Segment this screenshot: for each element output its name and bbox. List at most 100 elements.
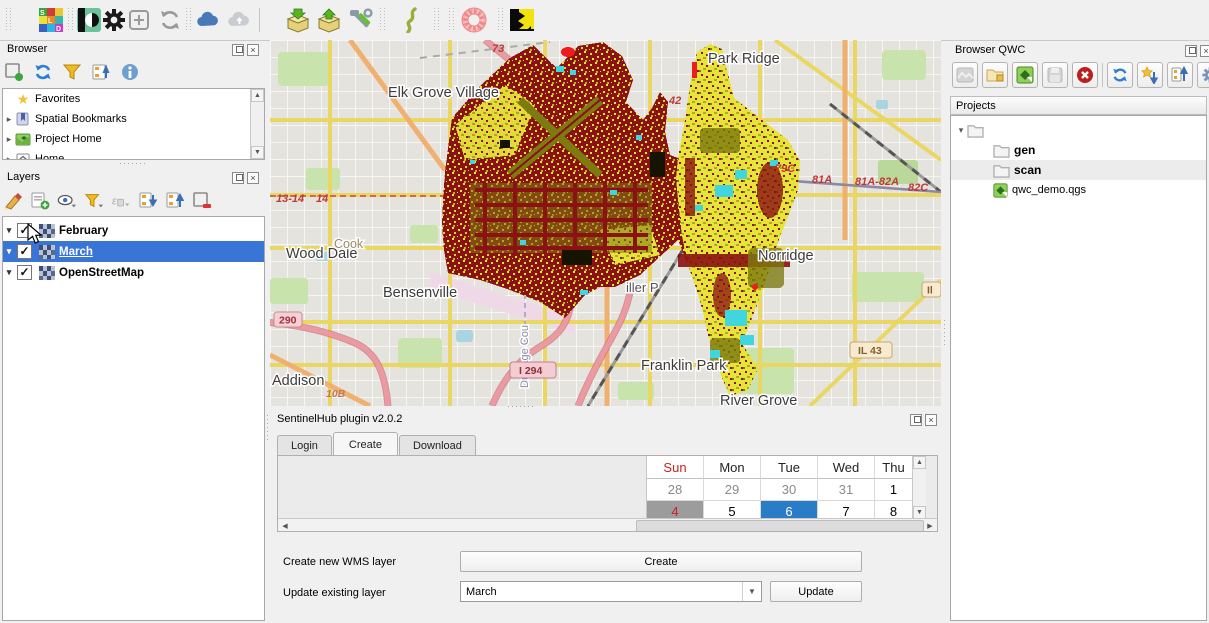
calendar-day[interactable]: 8 (875, 501, 913, 519)
toolbar-handle[interactable] (68, 8, 73, 32)
export-plugin-icon[interactable] (316, 7, 342, 33)
expander-icon[interactable]: ▾ (955, 125, 967, 136)
qwc-delete-button[interactable] (1072, 62, 1098, 88)
settings-gear-icon[interactable] (101, 7, 127, 33)
properties-info-icon[interactable] (120, 62, 140, 82)
browser-tree-scrollbar[interactable]: ▲ ▼ (250, 89, 264, 159)
refresh-icon[interactable] (33, 62, 53, 82)
qwc-settings-button[interactable] (1197, 62, 1209, 88)
create-button[interactable]: Create (460, 551, 862, 572)
toolbar-handle[interactable] (6, 8, 11, 32)
sentinelhub-float-button[interactable] (910, 414, 922, 426)
qwc-collapse-button[interactable] (1167, 62, 1193, 88)
filter-expression-icon[interactable]: ε (111, 191, 131, 211)
tab-login[interactable]: Login (277, 435, 332, 455)
install-plugin-icon[interactable] (285, 7, 311, 33)
browser-item-spatial-bookmarks[interactable]: ▸ Spatial Bookmarks (3, 109, 264, 129)
calendar-day[interactable]: 7 (818, 501, 875, 519)
cloud-icon-button[interactable] (195, 7, 221, 33)
map-canvas[interactable]: Elk Grove Village Park Ridge Wood Dale B… (270, 40, 941, 406)
browser-item-home[interactable]: ▸ Home (3, 149, 264, 160)
toolbar-handle[interactable] (186, 8, 191, 32)
toolbar-handle[interactable] (449, 8, 454, 32)
qwc-item-qwc-demo[interactable]: qwc_demo.qgs (951, 180, 1206, 200)
expander-icon[interactable]: ▸ (3, 114, 15, 125)
expander-icon[interactable]: ▸ (3, 154, 15, 161)
flag-zigzag-icon (509, 7, 535, 33)
calendar-header-mon: Mon (704, 456, 761, 479)
qwc-new-folder-button[interactable] (982, 62, 1008, 88)
expander-icon[interactable]: ▾ (3, 225, 15, 236)
qwc-close-button[interactable]: × (1200, 45, 1209, 57)
calendar-day[interactable]: 28 (647, 479, 704, 501)
calendar-widget[interactable]: Sun Mon Tue Wed Thu 28 29 30 31 1 4 5 6 … (646, 456, 913, 519)
plugin-tools-icon[interactable] (347, 7, 373, 33)
calendar-horizontal-scrollbar[interactable]: ◀ ▶ (278, 518, 937, 531)
scrollbar-thumb[interactable] (636, 520, 924, 532)
qwc-refresh-button[interactable] (1107, 62, 1133, 88)
scroll-right-button[interactable]: ▶ (924, 520, 936, 531)
add-selected-layers-icon[interactable] (4, 62, 24, 82)
qwc-item-scan[interactable]: scan (951, 160, 1206, 180)
collapse-all-icon[interactable] (91, 62, 111, 82)
calendar-day[interactable]: 1 (875, 479, 913, 501)
raster-donut-icon[interactable] (461, 7, 487, 33)
qwc-item-gen[interactable]: gen (951, 140, 1206, 160)
expand-all-icon[interactable] (138, 191, 158, 211)
calendar-day-today[interactable]: 4 (647, 501, 704, 519)
panel-splitter-handle[interactable] (120, 163, 146, 167)
add-group-icon[interactable] (30, 191, 50, 211)
layers-float-button[interactable] (232, 172, 244, 184)
calendar-day[interactable]: 29 (704, 479, 761, 501)
serval-icon[interactable] (399, 7, 425, 33)
qwc-save-disabled-button[interactable] (1042, 62, 1068, 88)
calendar-day[interactable]: 5 (704, 501, 761, 519)
calendar-day-selected[interactable]: 6 (761, 501, 818, 519)
layer-select-combo[interactable]: March ▼ (460, 581, 762, 602)
qwc-expand-new-button[interactable] (1137, 62, 1163, 88)
add-annotation-icon[interactable] (126, 7, 152, 33)
reload-icon[interactable] (157, 7, 183, 33)
tab-create[interactable]: Create (333, 432, 398, 455)
qwc-root-folder-row[interactable]: ▾ (951, 120, 1206, 140)
sentinelhub-close-button[interactable]: × (925, 414, 937, 426)
filter-legend-icon[interactable] (84, 191, 104, 211)
scroll-up-button[interactable]: ▲ (251, 89, 264, 102)
qwc-float-button[interactable] (1185, 45, 1197, 57)
sentinelhub-plugin-icon[interactable] (76, 7, 102, 33)
browser-close-button[interactable]: × (247, 44, 259, 56)
collapse-all-icon[interactable] (165, 191, 185, 211)
toolbar-separator (259, 8, 260, 32)
toolbar-handle[interactable] (434, 8, 439, 32)
browser-float-button[interactable] (232, 44, 244, 56)
update-button[interactable]: Update (770, 581, 862, 602)
calendar-day[interactable]: 30 (761, 479, 818, 501)
toolbar-handle[interactable] (498, 8, 503, 32)
scroll-down-button[interactable]: ▼ (251, 146, 264, 159)
sld4raster-icon[interactable]: S L D (38, 7, 64, 33)
calendar-vertical-scrollbar[interactable]: ▲ ▼ (912, 456, 926, 519)
tab-download[interactable]: Download (399, 435, 476, 455)
qwc-open-project-button[interactable] (1012, 62, 1038, 88)
expander-icon[interactable]: ▾ (3, 246, 15, 257)
calendar-day[interactable]: 31 (818, 479, 875, 501)
layer-row-openstreetmap[interactable]: ▾ OpenStreetMap (3, 262, 264, 283)
folder-icon (967, 123, 984, 138)
expander-icon[interactable]: ▾ (3, 267, 15, 278)
expander-icon[interactable]: ▸ (3, 134, 15, 145)
remove-layer-icon[interactable] (192, 191, 212, 211)
qwc-add-disabled-button[interactable] (952, 62, 978, 88)
layer-checkbox[interactable] (17, 265, 32, 280)
layer-checkbox[interactable] (17, 244, 32, 259)
map-themes-icon[interactable] (57, 191, 77, 211)
cloud-upload-icon-button[interactable] (226, 7, 252, 33)
flag-map-icon[interactable] (509, 7, 535, 33)
layers-close-button[interactable]: × (247, 172, 259, 184)
browser-item-project-home[interactable]: ▸ Project Home (3, 129, 264, 149)
filter-browser-icon[interactable] (62, 62, 82, 82)
scroll-left-button[interactable]: ◀ (279, 520, 291, 531)
layer-styling-icon[interactable] (3, 191, 23, 211)
scroll-up-button[interactable]: ▲ (913, 456, 926, 469)
toolbar-handle[interactable] (380, 8, 385, 32)
browser-item-favorites[interactable]: ★ Favorites (3, 89, 264, 109)
